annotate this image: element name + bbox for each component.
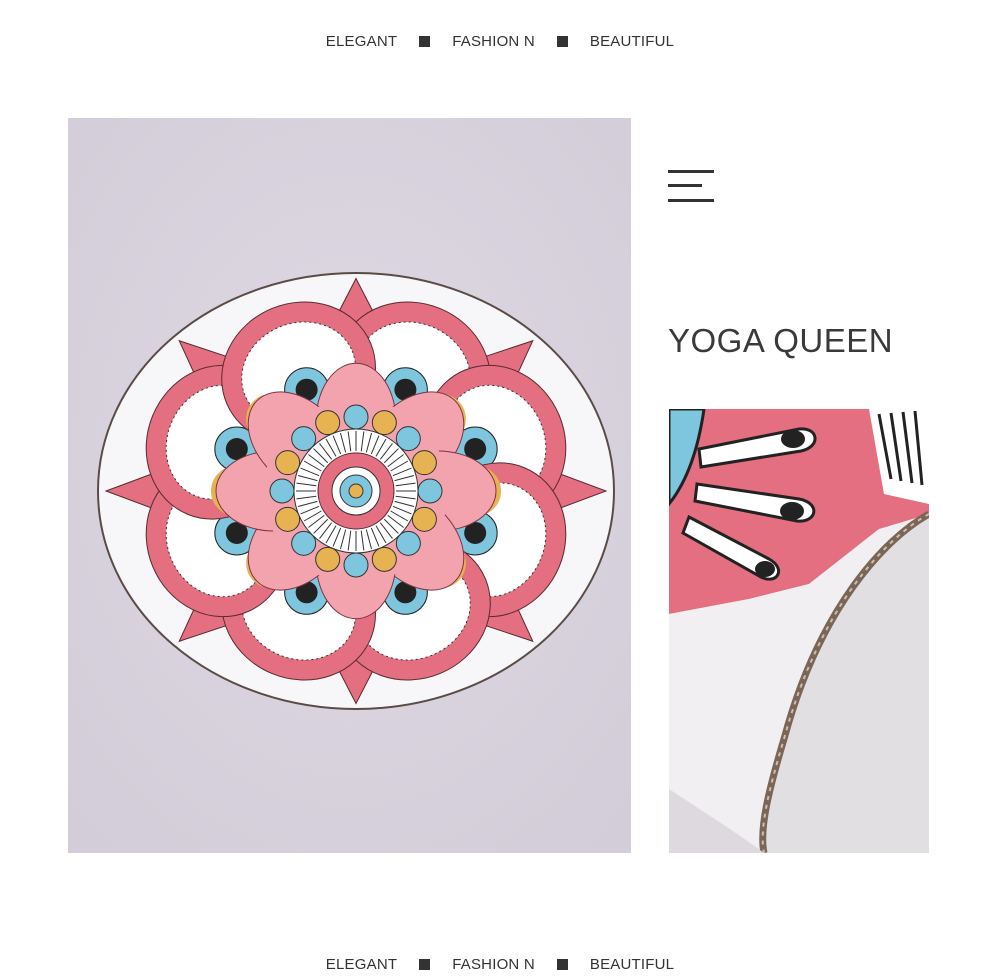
tagline-word-beautiful: BEAUTIFUL xyxy=(589,32,675,50)
product-photo-detail xyxy=(669,409,929,853)
tagline-bottom: ELEGANT FASHION N BEAUTIFUL xyxy=(0,949,1000,979)
tagline-word-elegant: ELEGANT xyxy=(325,955,398,973)
square-bullet-icon xyxy=(419,958,431,970)
tagline-word-elegant: ELEGANT xyxy=(325,32,398,50)
menu-icon[interactable] xyxy=(668,168,714,204)
tagline-word-beautiful: BEAUTIFUL xyxy=(589,955,675,973)
product-title: YOGA QUEEN xyxy=(668,322,894,359)
square-bullet-icon xyxy=(556,958,568,970)
product-photo-main xyxy=(68,118,631,853)
mandala-mat-illustration xyxy=(68,118,631,853)
tagline-word-fashion: FASHION N xyxy=(452,955,535,973)
square-bullet-icon xyxy=(419,35,431,47)
square-bullet-icon xyxy=(556,35,568,47)
tagline-top: ELEGANT FASHION N BEAUTIFUL xyxy=(0,26,1000,56)
mat-edge-closeup xyxy=(669,409,929,853)
tagline-word-fashion: FASHION N xyxy=(452,32,535,50)
